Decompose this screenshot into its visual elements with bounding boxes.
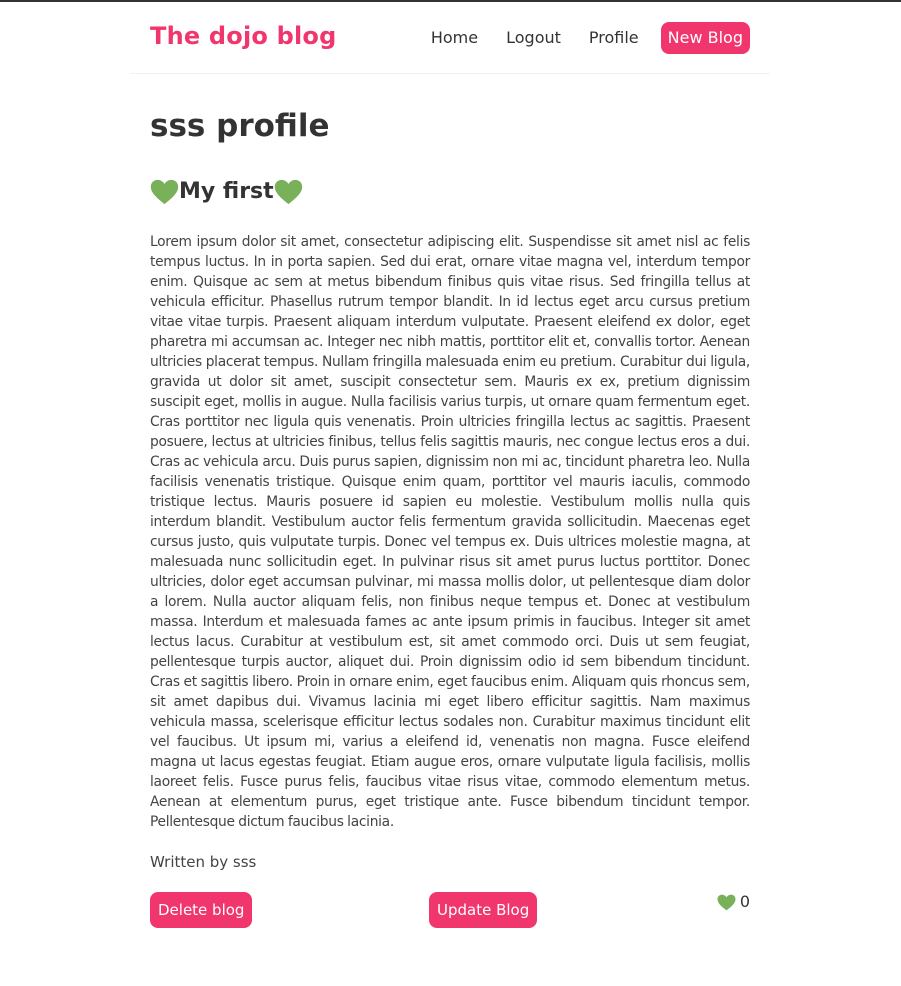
page-title: sss profile [150,108,330,144]
green-heart-icon[interactable] [717,894,736,911]
nav-links: Home Logout Profile New Blog [403,22,750,54]
blog-title: My first [150,172,750,212]
blog-title-text: My first [179,179,274,204]
green-heart-icon [150,179,179,205]
blog-actions: Delete blog Update Blog 0 [150,892,750,932]
nav-profile-link[interactable]: Profile [589,22,639,54]
update-blog-button[interactable]: Update Blog [429,892,538,928]
nav-home-link[interactable]: Home [431,22,478,54]
blog-author: Written by sss [150,853,257,871]
main-content: sss profile My first Lorem ipsum dolor s… [150,100,750,932]
blog-body: Lorem ipsum dolor sit amet, consectetur … [150,234,750,830]
new-blog-button[interactable]: New Blog [660,22,750,54]
navbar: The dojo blog Home Logout Profile New Bl… [130,2,770,74]
brand-title[interactable]: The dojo blog [150,22,337,50]
like-count: 0 [739,892,750,911]
delete-blog-button[interactable]: Delete blog [150,892,253,928]
nav-logout-link[interactable]: Logout [506,22,561,54]
blog-post: My first Lorem ipsum dolor sit amet, con… [150,172,750,932]
green-heart-icon [274,179,303,205]
like-counter[interactable]: 0 [717,892,750,912]
